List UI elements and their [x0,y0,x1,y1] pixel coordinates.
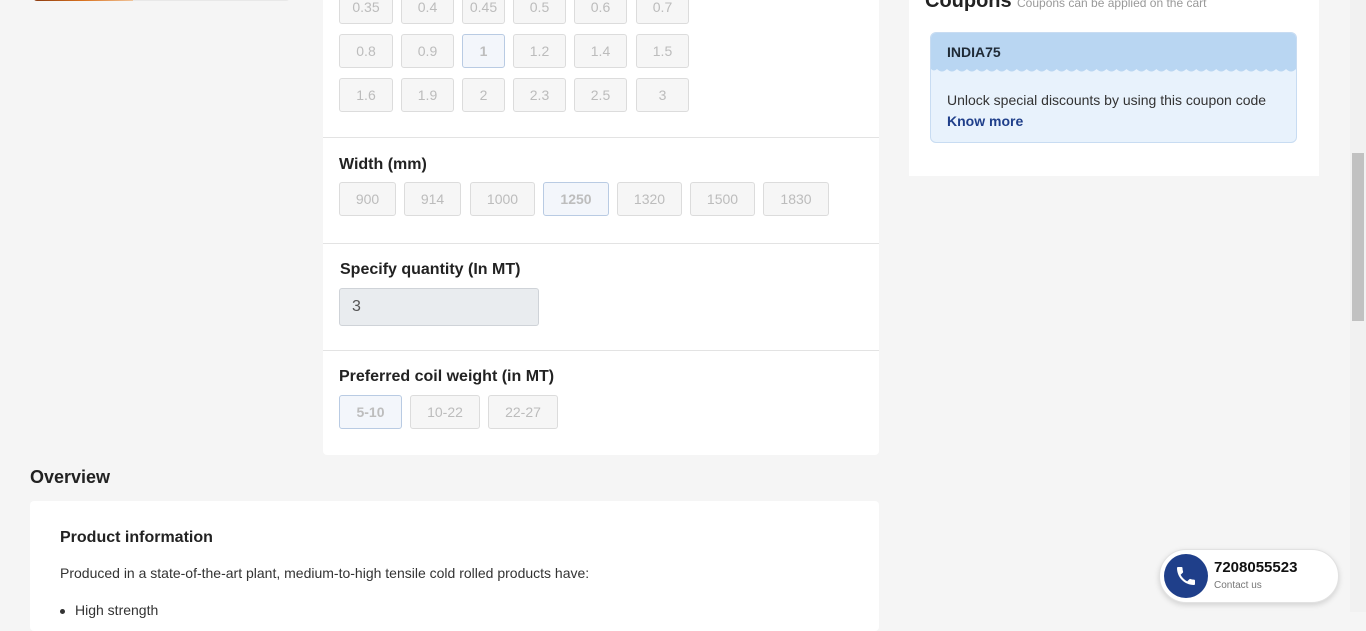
option-chip[interactable]: 1.2 [513,34,566,68]
width-section: Width (mm) 900 914 1000 1250 1320 1500 1830 [323,138,879,244]
option-chip[interactable]: 2.5 [574,78,627,112]
product-info-title: Product information [60,529,213,546]
bullet-icon [60,608,65,614]
coil-weight-title: Preferred coil weight (in MT) [339,368,555,385]
option-chip[interactable]: 0.9 [401,34,454,68]
option-chip[interactable]: 10-22 [410,395,480,429]
coupons-subheading: Coupons can be applied on the cart [1017,0,1207,10]
option-chip[interactable]: 1500 [690,182,755,216]
option-chip[interactable]: 0.4 [401,0,454,24]
coupons-panel: Coupons Coupons can be applied on the ca… [909,0,1319,176]
option-chip[interactable]: 0.8 [339,34,393,68]
option-chip[interactable]: 1320 [617,182,682,216]
option-chip[interactable]: 900 [339,182,396,216]
coupon-wave-divider [931,67,1296,72]
option-chip[interactable]: 1250 [543,182,609,216]
overview-title: Overview [30,467,111,487]
option-chip[interactable]: 22-27 [488,395,558,429]
coupon-description: Unlock special discounts by using this c… [947,92,1267,108]
page-scrollbar[interactable] [1350,0,1366,612]
option-chip[interactable]: 1.5 [636,34,689,68]
quantity-input[interactable] [339,288,539,326]
quantity-section: Specify quantity (In MT) [323,244,879,351]
option-chip[interactable]: 2.3 [513,78,566,112]
option-chip[interactable]: 1.6 [339,78,393,112]
coupons-heading: Coupons [925,0,1012,12]
option-chip[interactable]: 5-10 [339,395,402,429]
option-chip[interactable]: 2 [462,78,505,112]
thickness-section: 0.35 0.4 0.45 0.5 0.6 0.7 0.8 0.9 1 1.2 1.4 1.5 1.6 1… [323,0,879,138]
contact-widget[interactable]: 7208055523 Contact us [1159,549,1339,603]
product-config-card: 0.35 0.4 0.45 0.5 0.6 0.7 0.8 0.9 1 1.2 1.4 1.5 1.6 1… [323,0,879,455]
option-chip[interactable]: 1830 [763,182,829,216]
option-chip[interactable]: 914 [404,182,461,216]
option-chip[interactable]: 0.35 [339,0,393,24]
product-info-text: Produced in a state-of-the-art plant, me… [60,565,590,581]
option-chip[interactable]: 1.9 [401,78,454,112]
phone-icon [1164,554,1208,598]
option-chip[interactable]: 3 [636,78,689,112]
feature-text: High strength [75,602,159,618]
option-chip[interactable]: 1 [462,34,505,68]
option-chip[interactable]: 1.4 [574,34,627,68]
option-chip[interactable]: 0.7 [636,0,689,24]
know-more-link[interactable]: Know more [947,113,1023,129]
width-title: Width (mm) [339,156,427,173]
product-image [33,0,290,1]
contact-phone-number: 7208055523 [1214,559,1298,576]
coupon-code: INDIA75 [947,44,1001,60]
option-chip[interactable]: 1000 [470,182,535,216]
option-chip[interactable]: 0.6 [574,0,627,24]
coil-weight-section: Preferred coil weight (in MT) 5-10 10-22 2… [323,351,879,455]
coupon-card[interactable]: INDIA75 Unlock special discounts by usin… [930,32,1297,143]
option-chip[interactable]: 0.45 [462,0,505,24]
quantity-title: Specify quantity (In MT) [340,261,521,278]
feature-list-item: High strength [60,602,158,618]
scrollbar-thumb[interactable] [1352,153,1364,321]
contact-label: Contact us [1214,580,1262,591]
option-chip[interactable]: 0.5 [513,0,566,24]
